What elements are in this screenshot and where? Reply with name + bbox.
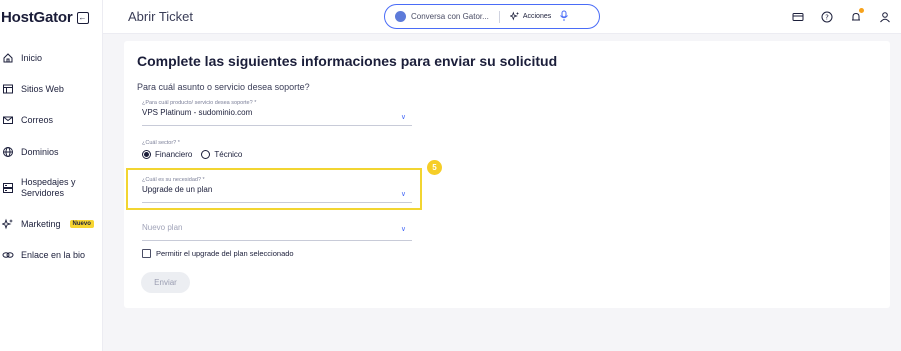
- notification-bell-icon[interactable]: [850, 8, 864, 22]
- radio-financiero[interactable]: Financiero: [142, 150, 192, 159]
- svg-text:?: ?: [825, 14, 829, 22]
- sidebar-item-dominios[interactable]: Dominios: [0, 144, 59, 160]
- sidebar-item-label: Marketing: [21, 218, 61, 229]
- sparkle-icon: [2, 218, 14, 230]
- form-subtitle: Para cuál asunto o servicio desea soport…: [137, 82, 310, 92]
- user-icon[interactable]: [879, 10, 891, 23]
- mail-icon: [2, 114, 14, 126]
- new-plan-select[interactable]: Nuevo plan ∨: [142, 215, 412, 241]
- sector-label: ¿Cuál sector? *: [142, 140, 180, 146]
- radio-unchecked[interactable]: [201, 150, 211, 159]
- radio-checked[interactable]: [142, 150, 151, 159]
- need-underline: Upgrade de un plan ∨: [142, 185, 412, 203]
- sidebar-item-label: Sitios Web: [21, 83, 64, 94]
- need-label: ¿Cuál es su necesidad? *: [142, 177, 205, 183]
- sidebar: HostGator ← Inicio Sitios Web Correos Do…: [0, 0, 103, 351]
- microphone-icon[interactable]: [559, 10, 569, 24]
- sidebar-item-label: Hospedajes y Servidores: [21, 177, 76, 198]
- need-value: Upgrade de un plan: [142, 185, 213, 194]
- sidebar-item-inicio[interactable]: Inicio: [0, 50, 42, 66]
- chevron-down-icon[interactable]: ∨: [401, 190, 406, 198]
- sector-radios: Financiero Técnico: [142, 150, 242, 159]
- permit-upgrade-checkbox[interactable]: [142, 249, 151, 258]
- chevron-down-icon[interactable]: ∨: [401, 113, 406, 121]
- gator-avatar-icon: [395, 11, 406, 22]
- divider: [498, 10, 500, 23]
- help-icon[interactable]: ?: [821, 10, 833, 23]
- product-label: ¿Para cuál producto/ servicio desea sopo…: [142, 100, 257, 106]
- assistant-bar[interactable]: Conversa con Gator... Acciones: [384, 4, 600, 29]
- need-select[interactable]: ¿Cuál es su necesidad? * Upgrade de un p…: [142, 177, 412, 203]
- new-badge: Nuevo: [69, 220, 94, 228]
- notification-dot: [859, 8, 864, 13]
- radio-tecnico[interactable]: Técnico: [201, 150, 242, 159]
- link-icon: [2, 249, 14, 261]
- sidebar-item-correos[interactable]: Correos: [0, 112, 53, 128]
- sidebar-item-hospedajes[interactable]: Hospedajes y Servidores: [0, 174, 91, 202]
- actions-button[interactable]: Acciones: [523, 13, 551, 20]
- sidebar-item-label: Inicio: [21, 52, 43, 63]
- server-icon: [2, 182, 14, 194]
- sparkle-icon: [509, 10, 520, 23]
- home-icon: [2, 52, 14, 64]
- assistant-input[interactable]: Conversa con Gator...: [411, 12, 489, 21]
- page-title: Abrir Ticket: [128, 9, 194, 24]
- top-header: Abrir Ticket Conversa con Gator... Accio…: [103, 0, 901, 34]
- sector-group: ¿Cuál sector? *: [142, 140, 412, 146]
- new-plan-underline: Nuevo plan ∨: [142, 217, 412, 241]
- logo-text: HostGator: [1, 9, 73, 26]
- sidebar-item-marketing[interactable]: Marketing Nuevo: [0, 216, 94, 232]
- new-plan-placeholder: Nuevo plan: [142, 223, 183, 232]
- form-title: Complete las siguientes informaciones pa…: [137, 53, 558, 69]
- product-value: VPS Platinum - sudominio.com: [142, 108, 253, 117]
- window-icon: [2, 83, 14, 95]
- product-select[interactable]: ¿Para cuál producto/ servicio desea sopo…: [142, 100, 412, 126]
- collapse-sidebar-icon[interactable]: ←: [76, 11, 89, 24]
- product-underline: VPS Platinum - sudominio.com ∨: [142, 108, 412, 126]
- globe-icon: [2, 146, 14, 158]
- sidebar-item-enlace-bio[interactable]: Enlace en la bio: [0, 247, 85, 263]
- sidebar-item-label: Correos: [21, 114, 54, 125]
- radio-label: Técnico: [214, 150, 243, 159]
- chevron-down-icon[interactable]: ∨: [401, 225, 406, 233]
- send-button[interactable]: Enviar: [141, 272, 190, 293]
- permit-upgrade-row[interactable]: Permitir el upgrade del plan seleccionad…: [142, 249, 294, 258]
- card-icon[interactable]: [792, 10, 804, 22]
- permit-upgrade-label: Permitir el upgrade del plan seleccionad…: [156, 249, 294, 258]
- sidebar-item-label: Enlace en la bio: [21, 249, 86, 260]
- ticket-form-card: Complete las siguientes informaciones pa…: [124, 41, 890, 308]
- radio-label: Financiero: [155, 150, 193, 159]
- logo[interactable]: HostGator ←: [1, 9, 89, 26]
- step-badge: 5: [427, 160, 442, 175]
- sidebar-item-label: Dominios: [21, 146, 59, 157]
- sidebar-item-sitios-web[interactable]: Sitios Web: [0, 81, 64, 97]
- header-icons: ?: [792, 8, 891, 23]
